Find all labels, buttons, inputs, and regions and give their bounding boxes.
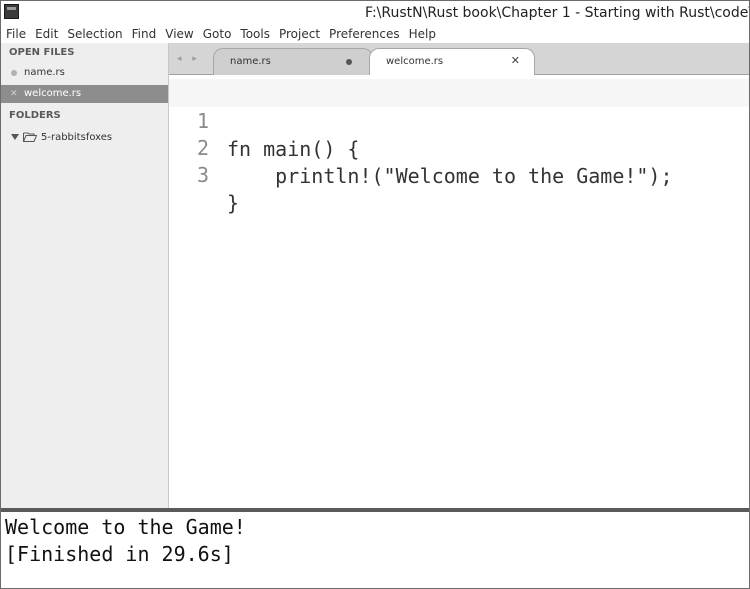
open-file-label: welcome.rs xyxy=(24,88,82,99)
menu-selection[interactable]: Selection xyxy=(67,27,122,41)
title-bar[interactable]: F:\RustN\Rust book\Chapter 1 - Starting … xyxy=(1,1,749,25)
tab-bar: ◂ ▸ name.rs welcome.rs ✕ xyxy=(169,43,749,76)
open-files-heading: OPEN FILES xyxy=(9,47,75,58)
tab-name-rs[interactable]: name.rs xyxy=(213,48,373,75)
menu-help[interactable]: Help xyxy=(409,27,436,41)
folder-item-5-rabbitsfoxes[interactable]: 5-rabbitsfoxes xyxy=(11,129,112,145)
unsaved-dot-icon[interactable] xyxy=(346,59,352,65)
file-marker-icon xyxy=(11,70,17,76)
line-number: 3 xyxy=(196,163,209,187)
output-line: [Finished in 29.6s] xyxy=(5,542,234,566)
tab-welcome-rs[interactable]: welcome.rs ✕ xyxy=(369,48,535,76)
tab-label: welcome.rs xyxy=(386,56,444,67)
tab-label: name.rs xyxy=(230,56,271,67)
code-line[interactable]: 1 fn main() { xyxy=(169,79,749,161)
sublime-text-window: F:\RustN\Rust book\Chapter 1 - Starting … xyxy=(0,0,750,589)
line-text[interactable]: println!("Welcome to the Game!"); xyxy=(227,162,672,190)
code-editor[interactable]: 1 fn main() { 2 println!("Welcome to the… xyxy=(169,75,749,508)
sidebar: OPEN FILES name.rs ✕ welcome.rs FOLDERS … xyxy=(1,43,169,508)
code-line[interactable]: 2 println!("Welcome to the Game!"); xyxy=(169,106,749,188)
menu-project[interactable]: Project xyxy=(279,27,320,41)
expand-arrow-icon[interactable] xyxy=(11,134,19,140)
folder-open-icon xyxy=(23,132,37,142)
window-title: F:\RustN\Rust book\Chapter 1 - Starting … xyxy=(365,5,750,21)
open-file-name-rs[interactable]: name.rs xyxy=(1,64,168,82)
open-file-welcome-rs[interactable]: ✕ welcome.rs xyxy=(1,85,168,103)
menu-find[interactable]: Find xyxy=(132,27,157,41)
folders-heading: FOLDERS xyxy=(9,110,61,121)
menu-bar: File Edit Selection Find View Goto Tools… xyxy=(1,25,749,43)
line-text[interactable]: } xyxy=(227,189,239,217)
open-file-label: name.rs xyxy=(24,67,65,78)
tab-nav-arrows-icon[interactable]: ◂ ▸ xyxy=(177,54,201,64)
build-output-panel[interactable]: Welcome to the Game! [Finished in 29.6s] xyxy=(1,512,749,588)
close-file-icon[interactable]: ✕ xyxy=(10,85,18,103)
app-icon[interactable] xyxy=(4,4,19,19)
menu-file[interactable]: File xyxy=(6,27,26,41)
menu-edit[interactable]: Edit xyxy=(35,27,58,41)
folder-label: 5-rabbitsfoxes xyxy=(41,131,113,143)
menu-view[interactable]: View xyxy=(165,27,193,41)
code-line[interactable]: 3 } xyxy=(169,133,749,215)
menu-goto[interactable]: Goto xyxy=(203,27,232,41)
close-tab-icon[interactable]: ✕ xyxy=(511,54,520,67)
menu-tools[interactable]: Tools xyxy=(240,27,270,41)
output-line: Welcome to the Game! xyxy=(5,515,246,539)
menu-preferences[interactable]: Preferences xyxy=(329,27,400,41)
